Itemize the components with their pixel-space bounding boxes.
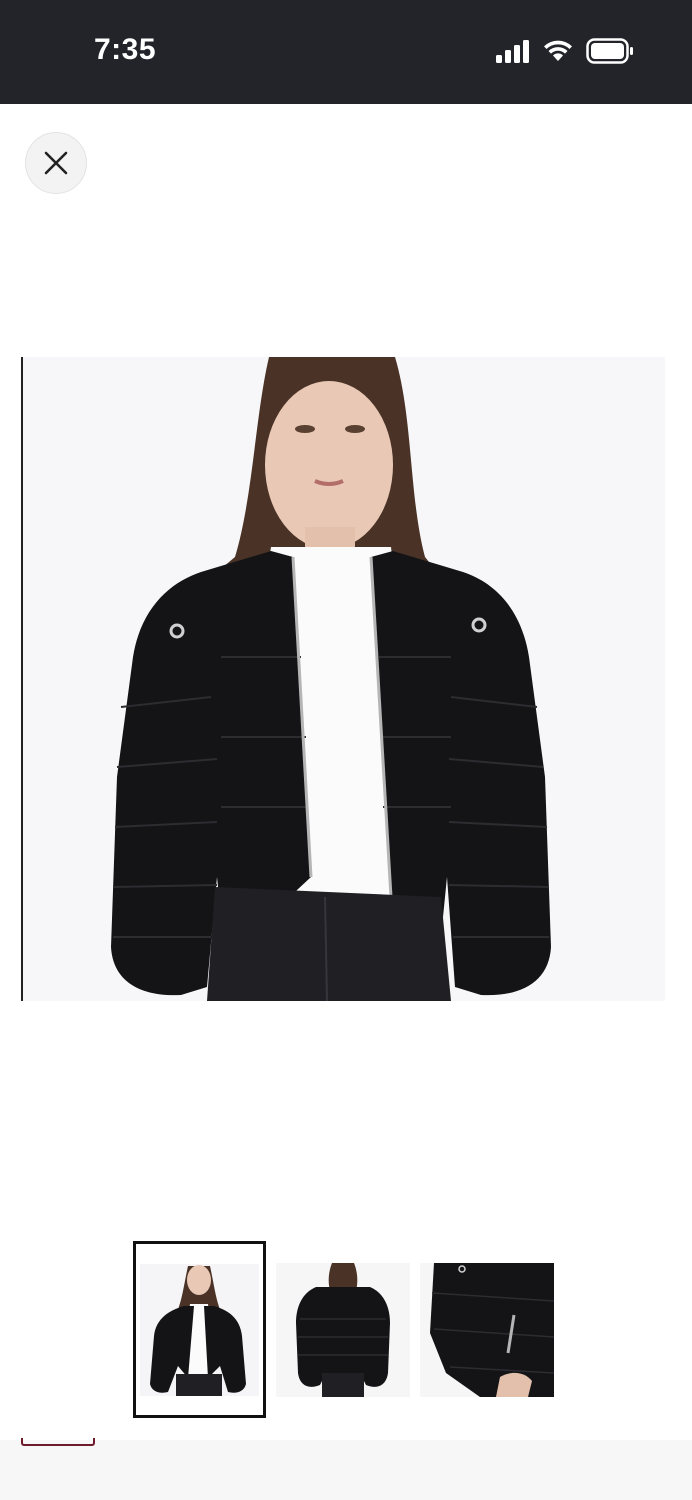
close-button[interactable]: [25, 132, 87, 194]
thumbnail-back-image: [296, 1263, 390, 1397]
status-icons: [496, 38, 636, 66]
close-icon: [44, 151, 68, 175]
battery-icon: [586, 38, 633, 64]
thumbnail-front-image: [140, 1264, 259, 1396]
thumbnail-front[interactable]: [133, 1241, 266, 1418]
status-time: 7:35: [94, 33, 157, 66]
thumbnail-back[interactable]: [276, 1263, 410, 1397]
thumbnail-detail-image: [430, 1263, 554, 1397]
jacket-model-front-image: [111, 357, 551, 1001]
thumbnail-strip: [0, 1241, 692, 1419]
bottom-tab-indicator[interactable]: [21, 1438, 95, 1446]
bottom-sheet-area: [0, 1440, 692, 1500]
product-main-image[interactable]: [21, 357, 665, 1001]
status-bar: 7:35: [0, 0, 692, 104]
thumbnail-detail[interactable]: [420, 1263, 554, 1397]
cellular-signal-icon: [496, 40, 529, 63]
image-edge-line: [21, 357, 23, 1001]
wifi-icon: [544, 40, 572, 61]
